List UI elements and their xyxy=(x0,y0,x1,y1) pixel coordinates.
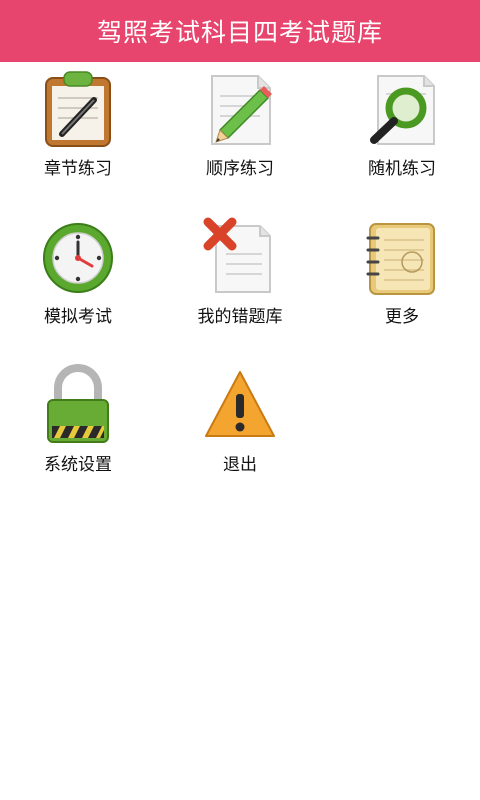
menu-item-label: 我的错题库 xyxy=(197,307,283,327)
menu-item-label: 章节练习 xyxy=(44,159,112,179)
menu-item-label: 随机练习 xyxy=(368,159,436,179)
magnifier-paper-icon xyxy=(364,68,440,150)
paper-pencil-icon xyxy=(202,68,278,150)
notebook-icon xyxy=(364,216,440,298)
menu-item-mock-exam[interactable]: 模拟考试 xyxy=(3,210,153,330)
padlock-icon xyxy=(40,364,116,446)
warning-icon xyxy=(202,364,278,446)
menu-item-random-practice[interactable]: 随机练习 xyxy=(327,62,477,182)
clock-icon xyxy=(40,216,116,298)
menu-item-system-settings[interactable]: 系统设置 xyxy=(3,358,153,478)
menu-item-my-mistakes[interactable]: 我的错题库 xyxy=(165,210,315,330)
menu-item-sequential-practice[interactable]: 顺序练习 xyxy=(165,62,315,182)
menu-item-label: 模拟考试 xyxy=(44,307,112,327)
menu-item-label: 更多 xyxy=(385,307,419,327)
menu-item-label: 顺序练习 xyxy=(206,159,274,179)
clipboard-pen-icon xyxy=(40,68,116,150)
menu-item-chapter-practice[interactable]: 章节练习 xyxy=(3,62,153,182)
title-bar: 驾照考试科目四考试题库 xyxy=(0,0,480,62)
menu-item-exit[interactable]: 退出 xyxy=(165,358,315,478)
paper-cross-icon xyxy=(202,216,278,298)
menu-item-label: 系统设置 xyxy=(44,455,112,475)
app-title: 驾照考试科目四考试题库 xyxy=(96,18,383,47)
menu-item-more[interactable]: 更多 xyxy=(327,210,477,330)
menu-item-label: 退出 xyxy=(223,455,257,475)
